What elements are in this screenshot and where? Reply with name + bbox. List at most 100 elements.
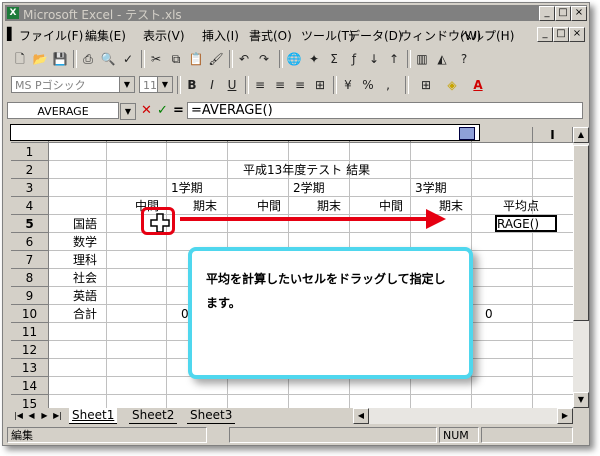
print-icon[interactable]: ⎙ [79, 50, 97, 68]
chevron-down-icon[interactable]: ▼ [120, 103, 136, 120]
font-color-icon[interactable]: A [469, 76, 487, 94]
close-button[interactable]: × [571, 6, 587, 21]
doc-minimize-button[interactable]: _ [537, 27, 553, 42]
column-header-i[interactable]: I [533, 127, 573, 143]
sort-ascending-icon[interactable]: ↓ [365, 50, 383, 68]
tab-sheet2[interactable]: Sheet2 [129, 408, 178, 424]
row-header[interactable]: 13 [11, 359, 49, 377]
row-header[interactable]: 8 [11, 269, 49, 287]
chevron-down-icon: ▼ [157, 77, 172, 92]
cancel-icon[interactable]: ✕ [141, 103, 152, 118]
doc-restore-button[interactable]: □ [553, 27, 569, 42]
bold-button[interactable]: B [183, 76, 201, 94]
menu-file[interactable]: ファイル(F) [19, 27, 83, 44]
column-header[interactable] [472, 127, 533, 143]
scroll-thumb[interactable] [573, 145, 589, 321]
font-name-combo[interactable]: MS Pゴシック ▼ [11, 76, 135, 93]
function-arguments-bar[interactable] [10, 124, 480, 141]
scroll-left-icon[interactable]: ◀ [353, 408, 369, 424]
row-header[interactable]: 14 [11, 377, 49, 395]
enter-icon[interactable]: ✓ [157, 103, 168, 118]
help-icon[interactable]: ? [455, 50, 473, 68]
vertical-scrollbar[interactable]: ▲ ▼ [573, 127, 589, 408]
row-header[interactable]: 10 [11, 305, 49, 323]
align-left-icon[interactable]: ≡ [251, 76, 269, 94]
first-sheet-icon[interactable]: |◀ [13, 410, 24, 422]
format-painter-icon[interactable]: 🖌 [207, 50, 225, 68]
row-header[interactable]: 9 [11, 287, 49, 305]
spelling-icon[interactable]: ✓ [119, 50, 137, 68]
paste-icon[interactable]: 📋 [187, 50, 205, 68]
comma-button[interactable]: , [379, 76, 397, 94]
toolbar-separator [279, 50, 283, 68]
last-sheet-icon[interactable]: ▶| [52, 410, 63, 422]
menu-tools[interactable]: ツール(T) [301, 27, 354, 44]
row-header[interactable]: 4 [11, 197, 49, 215]
new-file-icon[interactable]: 🗋 [11, 50, 29, 68]
scroll-down-icon[interactable]: ▼ [573, 392, 589, 408]
toolbar-separator [405, 76, 409, 94]
menu-data[interactable]: データ(D) [348, 27, 403, 44]
italic-button[interactable]: I [203, 76, 221, 94]
total-value: 0 [485, 307, 493, 321]
web-toolbar-icon[interactable]: ✦ [305, 50, 323, 68]
tab-sheet3[interactable]: Sheet3 [187, 408, 236, 424]
horizontal-scrollbar[interactable]: ◀ ▶ [353, 408, 573, 424]
row-header[interactable]: 7 [11, 251, 49, 269]
minimize-button[interactable]: _ [539, 6, 555, 21]
menu-help[interactable]: ヘルプ(H) [460, 27, 514, 44]
merge-center-icon[interactable]: ⊞ [311, 76, 329, 94]
row-header[interactable]: 6 [11, 233, 49, 251]
drag-start-highlight [141, 207, 175, 235]
toolbar-separator [141, 50, 145, 68]
print-preview-icon[interactable]: 🔍 [99, 50, 117, 68]
equals-button[interactable]: = [173, 103, 184, 118]
formula-input[interactable]: =AVERAGE() [187, 102, 583, 119]
percent-button[interactable]: % [359, 76, 377, 94]
menu-insert[interactable]: 挿入(I) [202, 27, 239, 44]
prev-sheet-icon[interactable]: ◀ [26, 410, 37, 422]
row-header[interactable]: 15 [11, 395, 49, 408]
fill-color-icon[interactable]: ◈ [443, 76, 461, 94]
row-header[interactable]: 3 [11, 179, 49, 197]
drawing-icon[interactable]: ◭ [433, 50, 451, 68]
hyperlink-icon[interactable]: 🌐 [285, 50, 303, 68]
autosum-icon[interactable]: Σ [325, 50, 343, 68]
row-header[interactable]: 1 [11, 143, 49, 161]
font-name-value: MS Pゴシック [15, 79, 86, 92]
sort-descending-icon[interactable]: ↑ [385, 50, 403, 68]
row-header[interactable]: 2 [11, 161, 49, 179]
subject-label: 社会 [73, 271, 98, 285]
function-icon[interactable]: ƒ [345, 50, 363, 68]
save-icon[interactable]: 💾 [51, 50, 69, 68]
doc-close-button[interactable]: × [569, 27, 585, 42]
menu-format[interactable]: 書式(O) [249, 27, 292, 44]
chart-wizard-icon[interactable]: ▥ [413, 50, 431, 68]
term-header: 3学期 [415, 181, 447, 195]
align-center-icon[interactable]: ≡ [271, 76, 289, 94]
collapse-dialog-icon[interactable] [459, 127, 475, 140]
underline-button[interactable]: U [223, 76, 241, 94]
scroll-up-icon[interactable]: ▲ [573, 127, 589, 143]
name-box[interactable]: AVERAGE [7, 102, 119, 119]
menu-view[interactable]: 表示(V) [143, 27, 185, 44]
maximize-button[interactable]: □ [555, 6, 571, 21]
row-header[interactable]: 12 [11, 341, 49, 359]
borders-icon[interactable]: ⊞ [417, 76, 435, 94]
copy-icon[interactable]: ⧉ [167, 50, 185, 68]
align-right-icon[interactable]: ≡ [291, 76, 309, 94]
row-header-active[interactable]: 5 [11, 215, 49, 233]
redo-icon[interactable]: ↷ [255, 50, 273, 68]
row-header[interactable]: 11 [11, 323, 49, 341]
undo-icon[interactable]: ↶ [235, 50, 253, 68]
tab-sheet1[interactable]: Sheet1 [69, 408, 118, 424]
scroll-right-icon[interactable]: ▶ [557, 408, 573, 424]
open-folder-icon[interactable]: 📂 [31, 50, 49, 68]
menu-edit[interactable]: 編集(E) [85, 27, 126, 44]
status-panel [229, 427, 437, 443]
cut-icon[interactable]: ✂ [147, 50, 165, 68]
currency-icon[interactable]: ¥ [339, 76, 357, 94]
font-size-combo[interactable]: 11 ▼ [139, 76, 173, 93]
next-sheet-icon[interactable]: ▶ [39, 410, 50, 422]
active-cell[interactable]: RAGE() [495, 215, 557, 232]
